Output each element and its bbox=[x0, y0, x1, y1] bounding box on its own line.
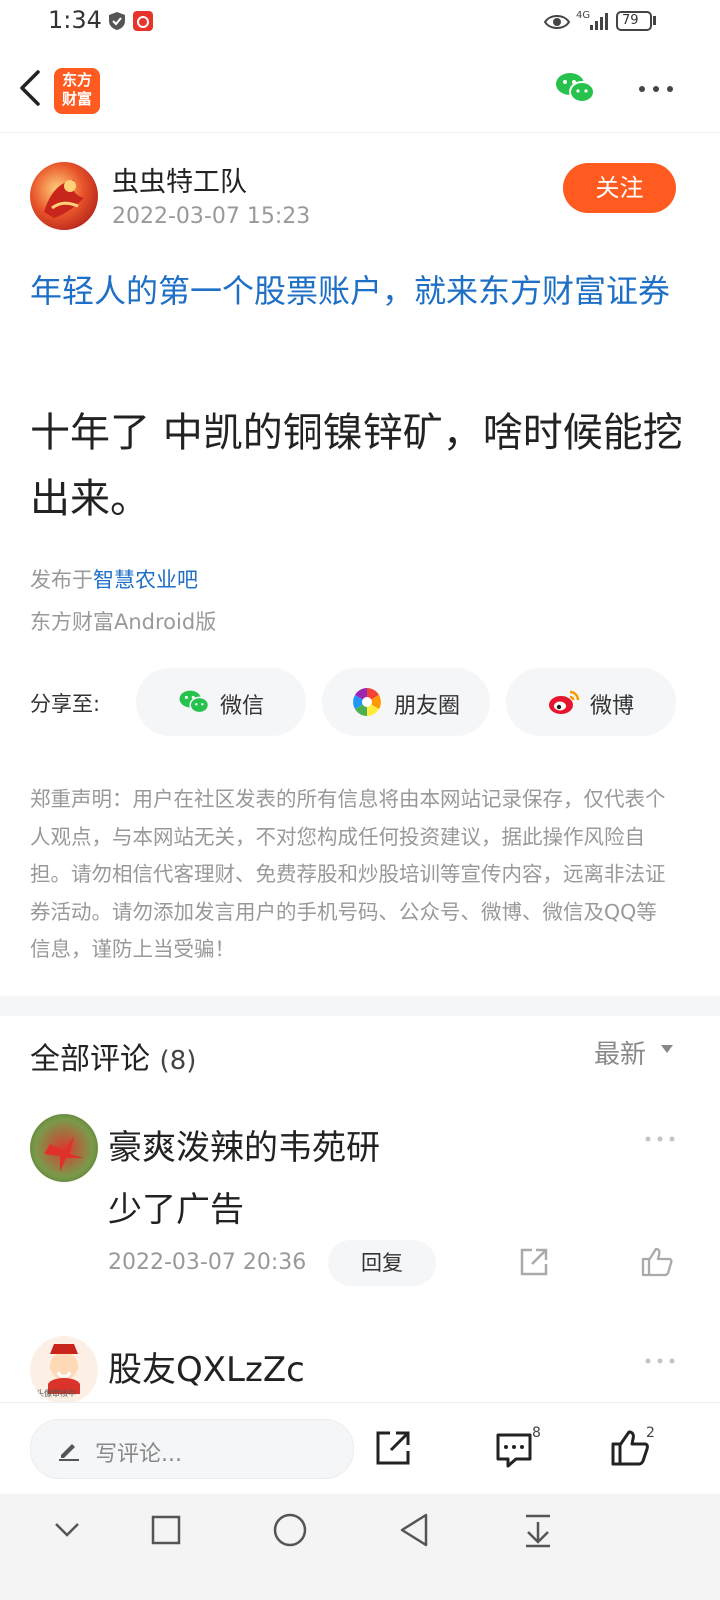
comment-more-icon[interactable] bbox=[644, 1132, 676, 1146]
moments-icon bbox=[353, 688, 381, 716]
comment-time: 2022-03-07 20:36 bbox=[108, 1250, 307, 1275]
share-weibo-button[interactable]: 微博 bbox=[506, 668, 676, 736]
follow-button[interactable]: 关注 bbox=[563, 163, 676, 213]
comment-input[interactable]: 写评论... bbox=[30, 1419, 354, 1479]
wechat-icon bbox=[179, 690, 210, 714]
client-info: 东方财富Android版 bbox=[30, 610, 217, 634]
share-wechat-label: 微信 bbox=[220, 694, 265, 719]
like-icon[interactable] bbox=[610, 1429, 650, 1467]
pencil-icon bbox=[59, 1444, 79, 1461]
status-bar: 1:34 4G 79 bbox=[0, 0, 720, 46]
wechat-icon[interactable] bbox=[554, 70, 596, 106]
comment-username[interactable]: 豪爽泼辣的韦苑研 bbox=[108, 1120, 380, 1169]
author-name[interactable]: 虫虫特工队 bbox=[112, 160, 247, 199]
avatar-review-caption: 头像审核中 bbox=[36, 1389, 76, 1398]
system-nav-bar bbox=[0, 1494, 720, 1600]
comment-avatar[interactable]: 头像审核中 bbox=[30, 1336, 98, 1404]
dragon-avatar-image bbox=[44, 180, 84, 218]
share-weibo-label: 微博 bbox=[590, 694, 635, 719]
share-moments-label: 朋友圈 bbox=[394, 694, 461, 719]
comment-username[interactable]: 股友QXLzZc bbox=[108, 1342, 305, 1391]
shield-icon bbox=[109, 12, 125, 30]
back-triangle-icon[interactable] bbox=[398, 1512, 430, 1548]
app-notification-icon bbox=[133, 11, 153, 31]
home-icon[interactable] bbox=[272, 1512, 308, 1548]
comment-icon[interactable] bbox=[494, 1429, 534, 1469]
comment-avatar[interactable] bbox=[30, 1114, 98, 1182]
back-arrow-icon[interactable] bbox=[16, 68, 46, 108]
like-icon[interactable] bbox=[640, 1246, 674, 1278]
share-wechat-button[interactable]: 微信 bbox=[136, 668, 306, 736]
battery-level: 79 bbox=[622, 13, 639, 28]
logo-line2: 财富 bbox=[61, 90, 92, 108]
caret-down-icon bbox=[661, 1044, 674, 1053]
logo-line1: 东方 bbox=[61, 71, 92, 89]
comment-more-icon[interactable] bbox=[644, 1354, 676, 1368]
sort-label: 最新 bbox=[594, 1040, 647, 1070]
share-icon[interactable] bbox=[518, 1246, 550, 1278]
posted-in-prefix: 发布于 bbox=[30, 568, 93, 592]
author-avatar[interactable] bbox=[30, 162, 98, 230]
comments-count: (8) bbox=[159, 1046, 197, 1076]
signal-icon bbox=[590, 13, 608, 30]
post-time: 2022-03-07 15:23 bbox=[112, 204, 311, 229]
recent-apps-icon[interactable] bbox=[150, 1514, 182, 1546]
download-icon[interactable] bbox=[522, 1512, 554, 1548]
comment-text: 少了广告 bbox=[108, 1190, 244, 1230]
reply-button[interactable]: 回复 bbox=[328, 1240, 436, 1286]
eye-icon bbox=[543, 15, 571, 29]
eastmoney-logo[interactable]: 东方 财富 bbox=[54, 68, 100, 114]
bar-link[interactable]: 智慧农业吧 bbox=[93, 568, 198, 592]
chevron-down-icon[interactable] bbox=[52, 1518, 82, 1542]
share-moments-button[interactable]: 朋友圈 bbox=[322, 668, 490, 736]
promo-link[interactable]: 年轻人的第一个股票账户，就来东方财富证券 bbox=[30, 266, 685, 316]
comments-header: 全部评论 (8) bbox=[30, 1034, 196, 1078]
posted-in: 发布于智慧农业吧 bbox=[30, 564, 198, 594]
comments-title: 全部评论 bbox=[30, 1042, 150, 1077]
bottom-action-bar: 写评论... 8 2 bbox=[0, 1402, 720, 1495]
more-icon[interactable] bbox=[636, 74, 676, 104]
battery-tip bbox=[653, 16, 656, 25]
flower-avatar-image bbox=[44, 1136, 84, 1172]
app-header: 东方 财富 bbox=[0, 46, 720, 133]
share-label: 分享至: bbox=[30, 692, 101, 716]
status-time: 1:34 bbox=[48, 6, 102, 34]
weibo-icon bbox=[549, 690, 580, 714]
post-content: 十年了 中凯的铜镍锌矿，啥时候能挖出来。 bbox=[30, 410, 683, 522]
share-icon[interactable] bbox=[374, 1429, 412, 1467]
comment-count-badge: 8 bbox=[532, 1425, 541, 1441]
disclaimer: 郑重声明：用户在社区发表的所有信息将由本网站记录保存，仅代表个人观点，与本网站无… bbox=[30, 787, 666, 961]
battery-icon: 79 bbox=[616, 11, 652, 31]
sort-dropdown[interactable]: 最新 bbox=[594, 1034, 674, 1071]
comment-placeholder: 写评论... bbox=[95, 1442, 182, 1467]
like-count-badge: 2 bbox=[646, 1425, 655, 1441]
section-divider bbox=[0, 996, 720, 1016]
